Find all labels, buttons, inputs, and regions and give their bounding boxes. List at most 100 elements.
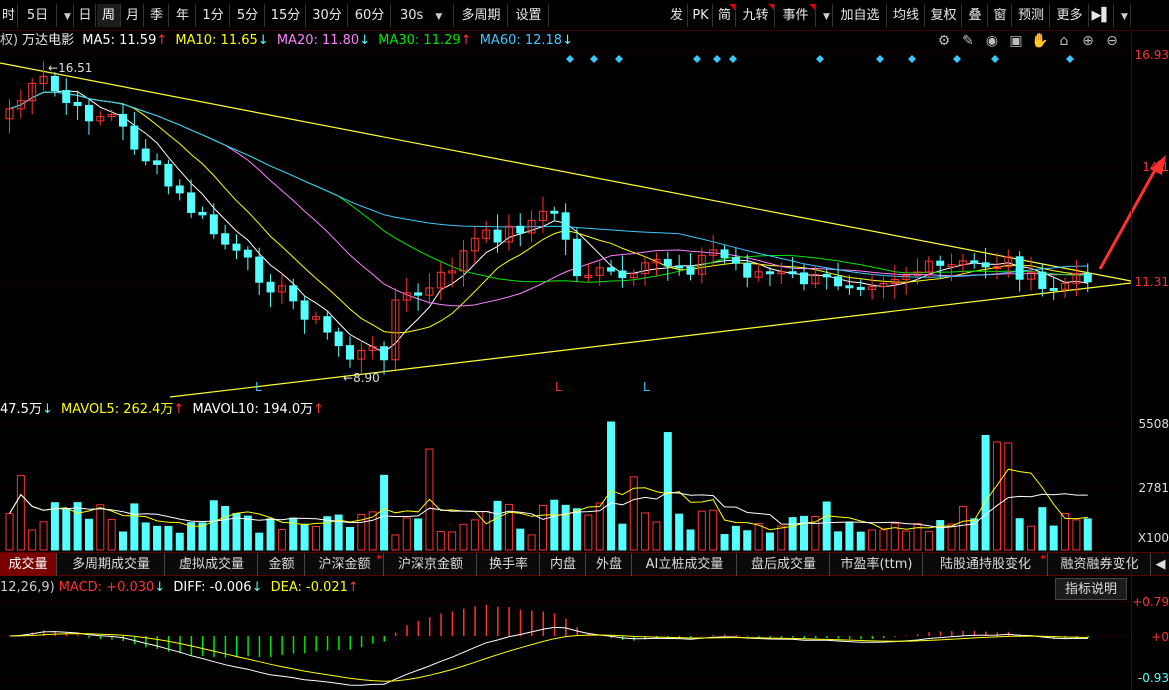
tab-sh-sz-amount[interactable]: 沪深金额 — [306, 553, 384, 576]
tab-margin-trading[interactable]: 融资融券变化 — [1049, 553, 1151, 576]
volume-axis-high: 5508 — [1138, 417, 1169, 431]
nine-turn-button[interactable]: 九转 — [737, 4, 775, 27]
macd-bar — [917, 634, 919, 636]
collapse-panel-icon[interactable]: ▶▌ — [1090, 4, 1114, 27]
volume-bar — [311, 526, 320, 551]
tab-after-hours-volume[interactable]: 盘后成交量 — [738, 553, 830, 576]
macd-axis-low: -0.93 — [1137, 671, 1169, 685]
macd-bar — [360, 636, 363, 648]
macd-bar — [871, 636, 874, 639]
hand-icon[interactable]: ✋ — [1028, 33, 1052, 49]
macd-arrow: ↓ — [154, 580, 166, 595]
multi-period-button[interactable]: 多周期 — [455, 4, 508, 27]
window-button[interactable]: 窗 — [989, 4, 1012, 27]
tabs-scroll-left-icon[interactable]: ◀ — [1152, 553, 1169, 576]
tab-amount[interactable]: 金额 — [259, 553, 305, 576]
macd-bar — [122, 636, 124, 642]
macd-bar — [326, 636, 329, 651]
tab-volume[interactable]: 成交量 — [0, 553, 57, 576]
volume-chart[interactable] — [0, 420, 1169, 552]
more-button[interactable]: 更多 — [1051, 4, 1089, 27]
eye-icon[interactable]: ◉ — [980, 33, 1004, 49]
lock-icon[interactable]: ⌂ — [1052, 33, 1076, 49]
pen-icon[interactable]: ✎ — [956, 33, 980, 49]
simple-button[interactable]: 简 — [714, 4, 736, 27]
volume-bar — [402, 517, 411, 551]
tab-northbound-holdings[interactable]: 陆股通持股变化 — [924, 553, 1048, 576]
period-month-tab[interactable]: 月 — [122, 4, 144, 27]
candle-down — [981, 262, 990, 268]
period-quarter-tab[interactable]: 季 — [145, 4, 169, 27]
macd-chart[interactable] — [0, 598, 1169, 690]
price-chart[interactable]: LLL — [0, 51, 1169, 401]
zoom-in-icon[interactable]: ⊕ — [1076, 33, 1100, 49]
candle-down — [493, 229, 502, 243]
volume-bar — [992, 441, 1001, 551]
ma-indicator-line: 权) 万达电影 MA5: 11.59↑ MA10: 11.65↓ MA20: 11… — [0, 31, 577, 51]
candle-down — [970, 260, 979, 264]
macd-bar — [99, 636, 102, 640]
volume-bar — [947, 523, 956, 551]
publish-button[interactable]: 发 — [666, 4, 688, 27]
zoom-out-icon[interactable]: ⊖ — [1100, 33, 1124, 49]
macd-bar — [962, 630, 964, 636]
overlay-button[interactable]: 叠 — [963, 4, 988, 27]
volume-bar — [346, 526, 354, 551]
macd-bar — [156, 636, 159, 649]
macd-bar — [258, 636, 261, 658]
period-30min-tab[interactable]: 30分 — [307, 4, 348, 27]
add-watchlist-button[interactable]: 加自选 — [834, 4, 887, 27]
period-15min-tab[interactable]: 15分 — [266, 4, 306, 27]
chevron-down-icon[interactable]: ▼ — [1115, 4, 1131, 27]
event-diamond-icon — [991, 55, 999, 63]
tab-inner[interactable]: 内盘 — [541, 553, 586, 576]
indicator-tabs: 成交量 多周期成交量 虚拟成交量 金额 沪深金额 沪深京金额 换手率 内盘 外盘… — [0, 552, 1169, 576]
tab-virtual-volume[interactable]: 虚拟成交量 — [166, 553, 258, 576]
macd-bar — [826, 636, 828, 638]
period-30s-dropdown[interactable]: 30s ▼ — [392, 4, 454, 27]
events-button[interactable]: 事件 — [776, 4, 816, 27]
tab-pe-ttm[interactable]: 市盈率(ttm) — [831, 553, 923, 576]
ma5-value: MA5: 11.59 — [82, 33, 157, 48]
settings-icon[interactable]: ⚙ — [932, 33, 956, 49]
volume-bar — [84, 518, 93, 551]
pk-button[interactable]: PK — [689, 4, 713, 27]
volume-bar — [28, 529, 37, 551]
volume-bar — [493, 500, 502, 551]
volume-bar — [845, 522, 854, 551]
volume-bar — [538, 505, 547, 551]
ma-button[interactable]: 均线 — [888, 4, 925, 27]
macd-bar — [383, 636, 386, 642]
period-year-tab[interactable]: 年 — [170, 4, 196, 27]
volume-bar — [266, 518, 275, 551]
volume-bar — [255, 532, 264, 551]
events-dropdown[interactable]: ▼ — [817, 4, 833, 27]
period-week-tab[interactable]: 周 — [97, 4, 121, 27]
period-dropdown[interactable]: ▼ — [58, 4, 74, 27]
tab-sh-sz-bj-amount[interactable]: 沪深京金额 — [385, 553, 477, 576]
tab-turnover[interactable]: 换手率 — [478, 553, 540, 576]
gift-icon[interactable]: ▣ — [1004, 33, 1028, 49]
price-axis-high: 16.93 — [1134, 48, 1169, 62]
period-5day-tab[interactable]: 5日 — [19, 4, 57, 27]
tab-multi-period-volume[interactable]: 多周期成交量 — [58, 553, 165, 576]
adjust-button[interactable]: 复权 — [926, 4, 962, 27]
volume-bar — [232, 513, 241, 551]
volume-bar — [720, 534, 729, 551]
macd-indicator-line: 12,26,9) MACD: +0.030↓ DIFF: -0.006↓ DEA:… — [0, 578, 363, 598]
macd-bar — [440, 613, 442, 636]
tab-outer[interactable]: 外盘 — [587, 553, 632, 576]
period-day-tab[interactable]: 日 — [75, 4, 96, 27]
period-60min-tab[interactable]: 60分 — [349, 4, 391, 27]
settings-button[interactable]: 设置 — [509, 4, 549, 27]
macd-bar — [724, 634, 726, 636]
event-diamond-icon — [713, 55, 721, 63]
period-5min-tab[interactable]: 5分 — [231, 4, 265, 27]
forecast-button[interactable]: 预测 — [1013, 4, 1050, 27]
period-minute-tab[interactable]: 时 — [0, 4, 18, 27]
volume-bar — [1038, 507, 1047, 551]
volume-bar — [243, 515, 252, 551]
indicator-explain-button[interactable]: 指标说明 — [1055, 578, 1127, 600]
tab-ai-volume[interactable]: AI立桩成交量 — [633, 553, 737, 576]
period-1min-tab[interactable]: 1分 — [197, 4, 230, 27]
